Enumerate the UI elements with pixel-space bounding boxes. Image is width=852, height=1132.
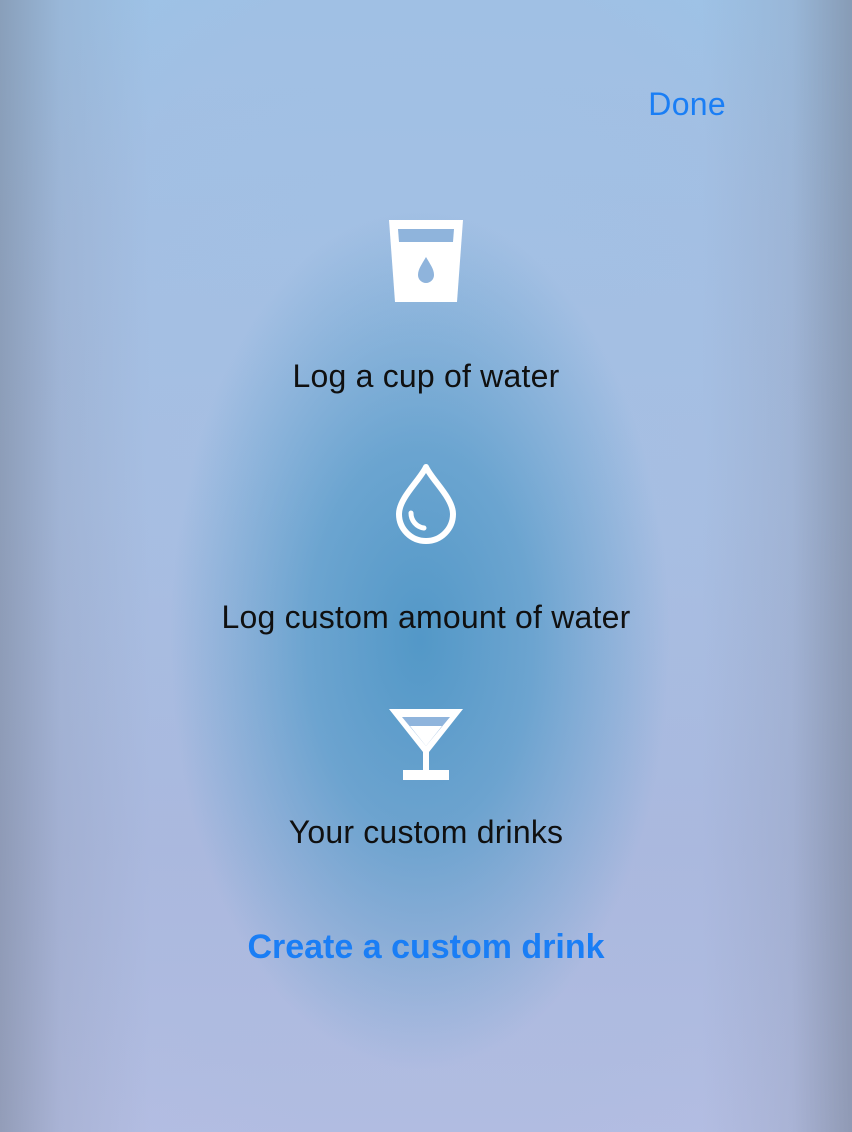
log-cup-label: Log a cup of water — [292, 358, 560, 394]
custom-drinks-label: Your custom drinks — [288, 814, 564, 850]
log-custom-amount-label: Log custom amount of water — [221, 599, 631, 635]
cocktail-glass-icon — [389, 709, 463, 780]
log-custom-amount-option[interactable]: Log custom amount of water — [0, 462, 852, 636]
done-button[interactable]: Done — [648, 86, 726, 123]
water-cup-icon — [389, 220, 463, 302]
create-custom-drink-link[interactable]: Create a custom drink — [0, 928, 852, 967]
water-drop-icon — [396, 464, 456, 544]
log-cup-option[interactable]: Log a cup of water — [0, 220, 852, 395]
custom-drinks-option[interactable]: Your custom drinks — [0, 708, 852, 851]
